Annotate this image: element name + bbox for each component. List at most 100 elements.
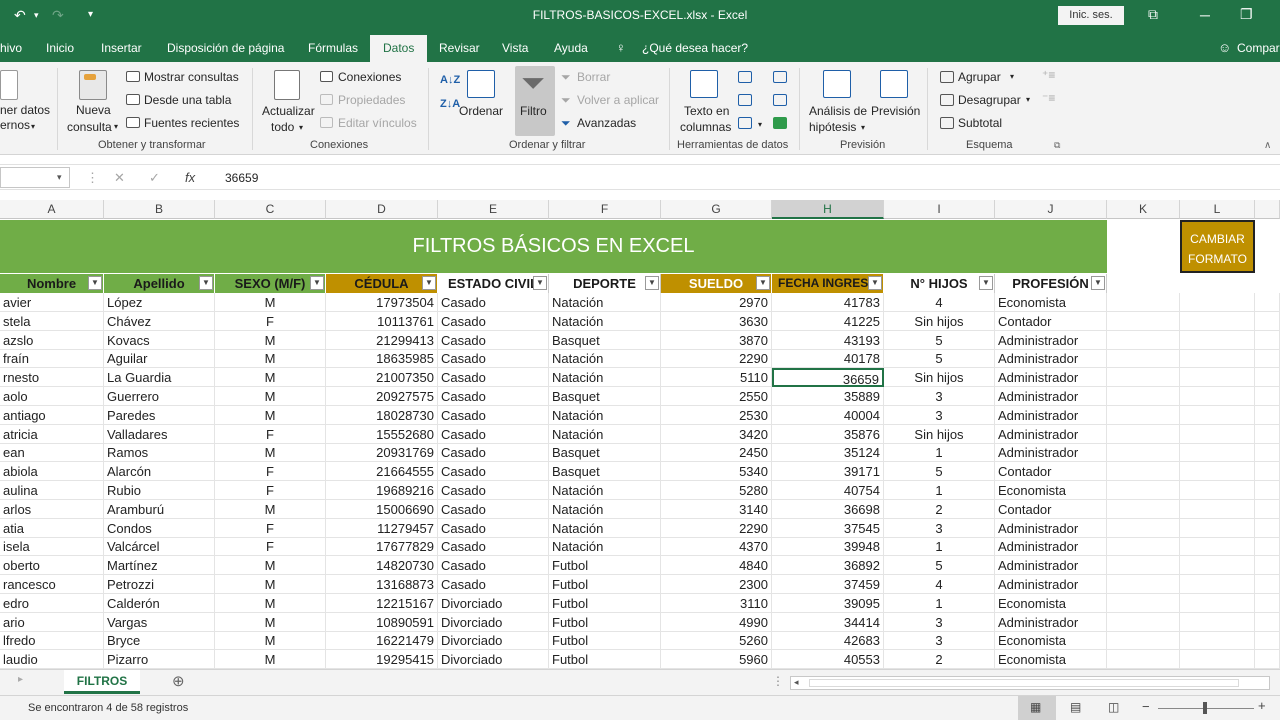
cell-profesion[interactable]: Contador [995, 462, 1107, 482]
text-to-columns-label-1[interactable]: Texto en [684, 104, 729, 118]
remove-duplicates-icon[interactable] [738, 94, 752, 106]
empty-cell[interactable] [1255, 387, 1280, 406]
empty-cell[interactable] [1107, 650, 1180, 670]
empty-cell[interactable] [1107, 518, 1180, 538]
cell-hijos[interactable]: 4 [884, 293, 995, 312]
cell-apellido[interactable]: Chávez [104, 311, 215, 331]
header-fecha-ingreso[interactable]: FECHA INGRESO ▼ [772, 274, 884, 293]
cell-nombre[interactable]: azslo [0, 330, 104, 350]
cell-apellido[interactable]: Rubio [104, 481, 215, 500]
cell-profesion[interactable]: Administrador [995, 368, 1107, 388]
cell-nombre[interactable]: avier [0, 293, 104, 312]
insert-function-icon[interactable]: fx [185, 170, 195, 185]
header-profesion[interactable]: PROFESIÓN ▼ [995, 274, 1107, 293]
group-dropdown-icon[interactable]: ▾ [1010, 72, 1014, 81]
cell-deporte[interactable]: Natación [549, 499, 661, 519]
cell-profesion[interactable]: Administrador [995, 424, 1107, 444]
get-data-dropdown-icon[interactable]: ▾ [31, 122, 35, 131]
cell-deporte[interactable]: Futbol [549, 612, 661, 632]
cell-deporte[interactable]: Futbol [549, 631, 661, 651]
cell-cedula[interactable]: 10890591 [326, 612, 438, 632]
cell-fecha-ingreso[interactable]: 39095 [772, 593, 884, 613]
cell-sueldo[interactable]: 3870 [661, 330, 772, 350]
cell-cedula[interactable]: 21007350 [326, 368, 438, 388]
cell-deporte[interactable]: Basquet [549, 443, 661, 463]
relationships-icon[interactable] [773, 94, 787, 106]
new-query-label-2[interactable]: consulta [67, 120, 112, 134]
empty-cell[interactable] [1107, 405, 1180, 425]
cell-nombre[interactable]: ean [0, 443, 104, 463]
empty-cell[interactable] [1180, 424, 1255, 444]
split-handle-icon[interactable]: ⋮ [772, 674, 784, 688]
data-validation-icon[interactable] [738, 117, 752, 129]
cell-apellido[interactable]: La Guardia [104, 368, 215, 388]
cell-deporte[interactable]: Natación [549, 537, 661, 557]
empty-cell[interactable] [1107, 330, 1180, 350]
horizontal-scrollbar[interactable]: ◂ [790, 676, 1270, 690]
cell-hijos[interactable]: 5 [884, 349, 995, 369]
cell-nombre[interactable]: arlos [0, 499, 104, 519]
cell-sexo[interactable]: F [215, 518, 326, 538]
empty-cell[interactable] [1180, 518, 1255, 538]
empty-cell[interactable] [1180, 537, 1255, 557]
empty-cell[interactable] [1255, 349, 1280, 369]
cell-nombre[interactable]: antiago [0, 405, 104, 425]
empty-cell[interactable] [1107, 311, 1180, 331]
cell-hijos[interactable]: Sin hijos [884, 368, 995, 388]
cell-sueldo[interactable]: 2290 [661, 349, 772, 369]
cell-estado-civil[interactable]: Casado [438, 481, 549, 500]
empty-cell[interactable] [1180, 650, 1255, 670]
scrollbar-thumb[interactable] [809, 679, 1239, 687]
cell-apellido[interactable]: Aguilar [104, 349, 215, 369]
empty-cell[interactable] [1107, 349, 1180, 369]
cell-estado-civil[interactable]: Casado [438, 537, 549, 557]
cell-sueldo[interactable]: 2970 [661, 293, 772, 312]
cell-cedula[interactable]: 18028730 [326, 405, 438, 425]
cell-profesion[interactable]: Administrador [995, 518, 1107, 538]
cell-deporte[interactable]: Basquet [549, 330, 661, 350]
cell-hijos[interactable]: 1 [884, 443, 995, 463]
empty-cell[interactable] [1180, 405, 1255, 425]
tab-ayuda[interactable]: Ayuda [554, 41, 588, 55]
text-to-columns-icon[interactable] [690, 70, 718, 98]
filter-dropdown-icon[interactable]: ▼ [422, 276, 436, 290]
empty-cell[interactable] [1255, 499, 1280, 519]
cell-estado-civil[interactable]: Casado [438, 499, 549, 519]
empty-cell[interactable] [1107, 368, 1180, 388]
empty-cell[interactable] [1180, 556, 1255, 576]
ribbon-display-icon[interactable]: ⧉ [1148, 6, 1158, 23]
cell-nombre[interactable]: lfredo [0, 631, 104, 651]
zoom-slider-thumb[interactable] [1203, 702, 1207, 714]
what-if-dropdown-icon[interactable]: ▾ [861, 123, 865, 132]
cell-deporte[interactable]: Natación [549, 293, 661, 312]
filter-dropdown-icon[interactable]: ▼ [645, 276, 659, 290]
cell-deporte[interactable]: Natación [549, 405, 661, 425]
column-header-d[interactable]: D [326, 200, 438, 219]
cell-apellido[interactable]: Guerrero [104, 387, 215, 406]
cell-nombre[interactable]: stela [0, 311, 104, 331]
cell-estado-civil[interactable]: Divorciado [438, 631, 549, 651]
new-sheet-icon[interactable]: ⊕ [172, 672, 185, 690]
empty-cell[interactable] [1255, 424, 1280, 444]
cancel-icon[interactable]: ✕ [114, 170, 125, 186]
cell-estado-civil[interactable]: Casado [438, 368, 549, 388]
cell-fecha-ingreso[interactable]: 43193 [772, 330, 884, 350]
refresh-all-icon[interactable] [274, 70, 300, 100]
empty-cell[interactable] [1180, 575, 1255, 594]
empty-cell[interactable] [1255, 556, 1280, 576]
cell-nombre[interactable]: rnesto [0, 368, 104, 388]
filter-label[interactable]: Filtro [520, 104, 547, 118]
cell-nombre[interactable]: ario [0, 612, 104, 632]
cell-estado-civil[interactable]: Casado [438, 556, 549, 576]
cell-cedula[interactable]: 21299413 [326, 330, 438, 350]
cell-estado-civil[interactable]: Casado [438, 311, 549, 331]
cell-sexo[interactable]: M [215, 593, 326, 613]
cell-apellido[interactable]: Vargas [104, 612, 215, 632]
manage-data-model-icon[interactable] [773, 117, 787, 129]
column-header-h[interactable]: H [772, 200, 884, 219]
tell-me-search[interactable]: ¿Qué desea hacer? [642, 41, 748, 55]
cell-cedula[interactable]: 18635985 [326, 349, 438, 369]
empty-cell[interactable] [1180, 462, 1255, 482]
cell-fecha-ingreso[interactable]: 41783 [772, 293, 884, 312]
name-box-dropdown-icon[interactable]: ▾ [57, 172, 62, 183]
